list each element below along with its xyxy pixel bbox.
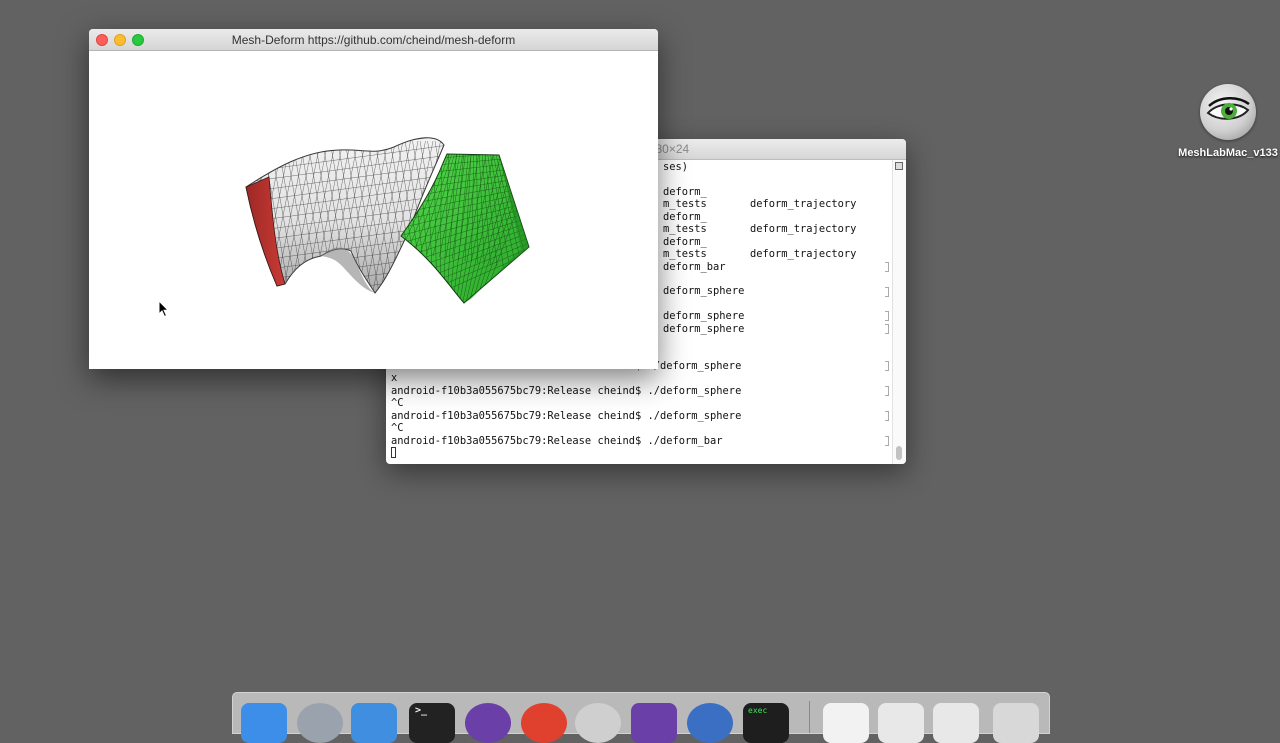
launchpad-icon[interactable] bbox=[297, 703, 343, 743]
terminal-line: ^C bbox=[391, 397, 892, 409]
viewer-title: Mesh-Deform https://github.com/cheind/me… bbox=[231, 33, 516, 47]
deformed-bar-mesh bbox=[245, 137, 530, 304]
chrome-icon[interactable] bbox=[521, 703, 567, 743]
mouse-pointer-icon bbox=[158, 300, 170, 318]
screenshot-icon[interactable] bbox=[878, 703, 924, 743]
terminal-line-text: ^C bbox=[391, 422, 404, 435]
line-marker bbox=[885, 411, 889, 421]
meshlab-icon[interactable] bbox=[575, 703, 621, 743]
dock: >_ exec bbox=[232, 692, 1050, 743]
line-marker bbox=[885, 361, 889, 372]
line-marker bbox=[885, 435, 889, 446]
render-canvas[interactable] bbox=[89, 51, 658, 369]
terminal-line-text: android-f10b3a055675bc79:Release cheind$… bbox=[391, 434, 723, 447]
terminal-line-text: m_tests bbox=[663, 248, 707, 261]
terminal-line-text: ^C bbox=[391, 397, 404, 410]
terminal-line-text: android-f10b3a055675bc79:Release cheind$… bbox=[391, 384, 742, 397]
terminal-line-text: ses) bbox=[663, 161, 689, 173]
terminal-prompt-line[interactable] bbox=[391, 447, 892, 459]
terminal-line-text: m_tests bbox=[663, 223, 707, 236]
terminal-line-text: deform_ bbox=[663, 185, 707, 198]
window-icon[interactable] bbox=[933, 703, 979, 743]
line-marker bbox=[885, 261, 889, 272]
exec-icon[interactable]: exec bbox=[743, 703, 789, 743]
terminal-line-text: deform_sphere bbox=[663, 285, 745, 298]
viewer-titlebar[interactable]: Mesh-Deform https://github.com/cheind/me… bbox=[89, 29, 658, 51]
terminal-line-col2: deform_trajectory bbox=[750, 248, 857, 261]
terminal-line-text: deform_ bbox=[663, 210, 707, 223]
terminal-line-text: deform_sphere bbox=[663, 310, 745, 323]
terminal-scrollbar[interactable] bbox=[892, 160, 906, 464]
split-pane-icon[interactable] bbox=[895, 162, 903, 170]
finder-icon[interactable] bbox=[241, 703, 287, 743]
terminal-line: android-f10b3a055675bc79:Release cheind$… bbox=[391, 410, 892, 422]
meshlab-eye-icon bbox=[1200, 84, 1256, 140]
terminal-cursor bbox=[391, 447, 396, 459]
line-marker bbox=[885, 386, 889, 397]
scrollbar-thumb[interactable] bbox=[896, 446, 902, 460]
xcode-icon[interactable] bbox=[351, 703, 397, 743]
terminal-line-text: x bbox=[391, 372, 398, 385]
github-desktop-icon[interactable] bbox=[465, 703, 511, 743]
terminal-line-col2: deform_trajectory bbox=[750, 198, 857, 211]
line-marker bbox=[885, 286, 889, 297]
terminal-line-text: deform_ bbox=[663, 235, 707, 248]
visual-studio-icon[interactable] bbox=[631, 703, 677, 743]
quicktime-icon[interactable] bbox=[687, 703, 733, 743]
terminal-line-text: deform_bar bbox=[663, 260, 726, 273]
trash-icon[interactable] bbox=[993, 703, 1039, 743]
terminal-line: x bbox=[391, 372, 892, 384]
terminal-line-text: deform_sphere bbox=[663, 322, 745, 335]
terminal-line-text: m_tests bbox=[663, 198, 707, 211]
terminal-line: android-f10b3a055675bc79:Release cheind$… bbox=[391, 435, 892, 447]
terminal-glyph: >_ bbox=[415, 705, 428, 716]
exec-label: exec bbox=[748, 706, 768, 715]
line-marker bbox=[885, 323, 889, 334]
terminal-icon[interactable]: >_ bbox=[409, 703, 455, 743]
mesh-deform-window[interactable]: Mesh-Deform https://github.com/cheind/me… bbox=[89, 29, 658, 369]
terminal-line: ^C bbox=[391, 422, 892, 434]
document-icon[interactable] bbox=[823, 703, 869, 743]
terminal-line: android-f10b3a055675bc79:Release cheind$… bbox=[391, 385, 892, 397]
desktop-icon-label: MeshLabMac_v133 bbox=[1178, 147, 1278, 159]
desktop-icon-meshlab[interactable]: MeshLabMac_v133 bbox=[1176, 84, 1280, 159]
terminal-line-text: android-f10b3a055675bc79:Release cheind$… bbox=[391, 409, 742, 422]
line-marker bbox=[885, 311, 889, 322]
dock-separator bbox=[809, 701, 810, 733]
terminal-line-col2: deform_trajectory bbox=[750, 223, 857, 236]
